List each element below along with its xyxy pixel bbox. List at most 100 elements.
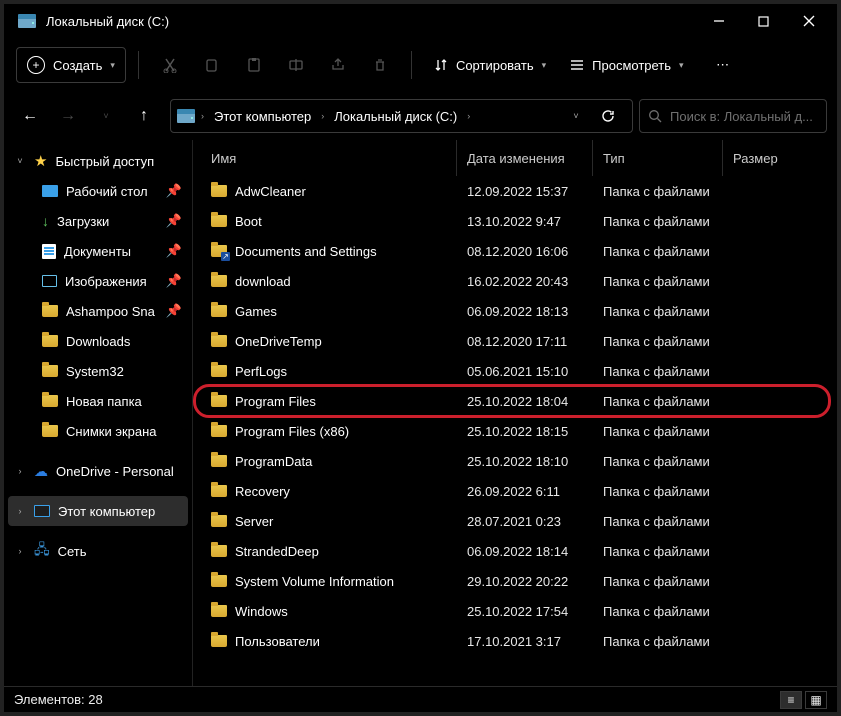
new-button[interactable]: + Создать ▾ <box>16 47 126 83</box>
file-name: Games <box>235 304 277 319</box>
details-view-button[interactable]: ≡ <box>780 691 802 709</box>
chevron-down-icon: ▾ <box>110 60 115 71</box>
address-dropdown-button[interactable]: ˅ <box>562 102 590 130</box>
sidebar-item-system32[interactable]: System32 <box>8 356 188 386</box>
folder-icon <box>42 395 58 407</box>
new-label: Создать <box>53 58 102 73</box>
sort-label: Сортировать <box>456 58 534 73</box>
sidebar-item-pictures[interactable]: Изображения📌 <box>8 266 188 296</box>
history-chevron[interactable]: ˅ <box>90 100 122 132</box>
table-row[interactable]: Пользователи17.10.2021 3:17Папка с файла… <box>193 626 837 656</box>
table-row[interactable]: Recovery26.09.2022 6:11Папка с файлами <box>193 476 837 506</box>
rename-button[interactable] <box>277 47 315 83</box>
file-name: Program Files <box>235 394 316 409</box>
address-bar[interactable]: › Этот компьютер › Локальный диск (C:) ›… <box>170 99 633 133</box>
table-row[interactable]: OneDriveTemp08.12.2020 17:11Папка с файл… <box>193 326 837 356</box>
folder-icon <box>42 335 58 347</box>
table-row[interactable]: AdwCleaner12.09.2022 15:37Папка с файлам… <box>193 176 837 206</box>
folder-icon <box>211 305 227 317</box>
table-row[interactable]: System Volume Information29.10.2022 20:2… <box>193 566 837 596</box>
sidebar-item-documents[interactable]: Документы📌 <box>8 236 188 266</box>
delete-button[interactable] <box>361 47 399 83</box>
search-placeholder: Поиск в: Локальный д... <box>670 109 813 124</box>
sort-button[interactable]: Сортировать ▾ <box>424 47 556 83</box>
plus-icon: + <box>27 56 45 74</box>
table-row[interactable]: ProgramData25.10.2022 18:10Папка с файла… <box>193 446 837 476</box>
more-button[interactable]: ⋯ <box>704 47 742 83</box>
folder-icon <box>211 395 227 407</box>
up-button[interactable]: ↑ <box>128 100 160 132</box>
folder-icon <box>211 185 227 197</box>
file-type: Папка с файлами <box>593 184 723 199</box>
sidebar-item-ashampoo[interactable]: Ashampoo Sna📌 <box>8 296 188 326</box>
forward-button[interactable]: → <box>52 100 84 132</box>
table-row[interactable]: download16.02.2022 20:43Папка с файлами <box>193 266 837 296</box>
table-row[interactable]: Games06.09.2022 18:13Папка с файлами <box>193 296 837 326</box>
nav-row: ← → ˅ ↑ › Этот компьютер › Локальный дис… <box>4 92 837 140</box>
column-header-date[interactable]: Дата изменения <box>457 140 593 176</box>
close-button[interactable] <box>786 5 831 37</box>
sidebar-item-desktop[interactable]: Рабочий стол📌 <box>8 176 188 206</box>
pc-icon <box>34 505 50 517</box>
explorer-window: Локальный диск (C:) + Создать ▾ Сортиров… <box>0 0 841 716</box>
chevron-right-icon[interactable]: › <box>201 111 204 121</box>
table-row[interactable]: Program Files (x86)25.10.2022 18:15Папка… <box>193 416 837 446</box>
share-button[interactable] <box>319 47 357 83</box>
back-button[interactable]: ← <box>14 100 46 132</box>
sort-icon <box>434 58 448 72</box>
file-name: StrandedDeep <box>235 544 319 559</box>
breadcrumb-local-disk[interactable]: Локальный диск (C:) <box>330 107 461 126</box>
sidebar-item-quick-access[interactable]: ˅★Быстрый доступ <box>8 146 188 176</box>
cut-button[interactable] <box>151 47 189 83</box>
file-type: Папка с файлами <box>593 544 723 559</box>
column-header-type[interactable]: Тип <box>593 140 723 176</box>
file-type: Папка с файлами <box>593 364 723 379</box>
pin-icon: 📌 <box>166 303 182 319</box>
chevron-right-icon[interactable]: › <box>467 111 470 121</box>
file-name: PerfLogs <box>235 364 287 379</box>
table-row[interactable]: PerfLogs 05.06.2021 15:10Папка с файлами <box>193 356 837 386</box>
folder-icon <box>211 215 227 227</box>
sidebar-item-downloads2[interactable]: Downloads <box>8 326 188 356</box>
minimize-button[interactable] <box>696 5 741 37</box>
breadcrumb-this-pc[interactable]: Этот компьютер <box>210 107 315 126</box>
chevron-right-icon[interactable]: › <box>321 111 324 121</box>
table-row[interactable]: Program Files25.10.2022 18:04Папка с фай… <box>193 384 831 418</box>
search-input[interactable]: Поиск в: Локальный д... <box>639 99 827 133</box>
file-name: download <box>235 274 291 289</box>
table-row[interactable]: Windows25.10.2022 17:54Папка с файлами <box>193 596 837 626</box>
sidebar-item-screenshots[interactable]: Снимки экрана <box>8 416 188 446</box>
column-header-name[interactable]: Имя <box>201 140 457 176</box>
search-icon <box>648 109 662 123</box>
sidebar-item-onedrive[interactable]: ›☁OneDrive - Personal <box>8 456 188 486</box>
sidebar-item-network[interactable]: ›🖧Сеть <box>8 536 188 566</box>
maximize-button[interactable] <box>741 5 786 37</box>
view-label: Просмотреть <box>592 58 671 73</box>
sidebar-item-this-pc[interactable]: ›Этот компьютер <box>8 496 188 526</box>
table-row[interactable]: Boot13.10.2022 9:47Папка с файлами <box>193 206 837 236</box>
table-row[interactable]: StrandedDeep06.09.2022 18:14Папка с файл… <box>193 536 837 566</box>
folder-icon <box>42 365 58 377</box>
file-name: OneDriveTemp <box>235 334 322 349</box>
file-type: Папка с файлами <box>593 574 723 589</box>
network-icon: 🖧 <box>34 539 50 563</box>
sidebar: ˅★Быстрый доступ Рабочий стол📌 ↓Загрузки… <box>4 140 192 686</box>
folder-icon <box>42 425 58 437</box>
refresh-button[interactable] <box>594 102 622 130</box>
title-bar[interactable]: Локальный диск (C:) <box>4 4 837 38</box>
view-button[interactable]: Просмотреть ▾ <box>560 47 693 83</box>
table-row[interactable]: Server28.07.2021 0:23Папка с файлами <box>193 506 837 536</box>
file-name: Windows <box>235 604 288 619</box>
sidebar-item-downloads[interactable]: ↓Загрузки📌 <box>8 206 188 236</box>
sidebar-item-new-folder[interactable]: Новая папка <box>8 386 188 416</box>
table-row[interactable]: Documents and Settings08.12.2020 16:06Па… <box>193 236 837 266</box>
folder-icon <box>211 365 227 377</box>
file-date: 05.06.2021 15:10 <box>457 364 593 379</box>
tiles-view-button[interactable]: ▦ <box>805 691 827 709</box>
file-name: ProgramData <box>235 454 312 469</box>
download-icon: ↓ <box>42 213 49 229</box>
paste-button[interactable] <box>235 47 273 83</box>
copy-button[interactable] <box>193 47 231 83</box>
column-header-size[interactable]: Размер <box>723 140 837 176</box>
file-type: Папка с файлами <box>593 424 723 439</box>
